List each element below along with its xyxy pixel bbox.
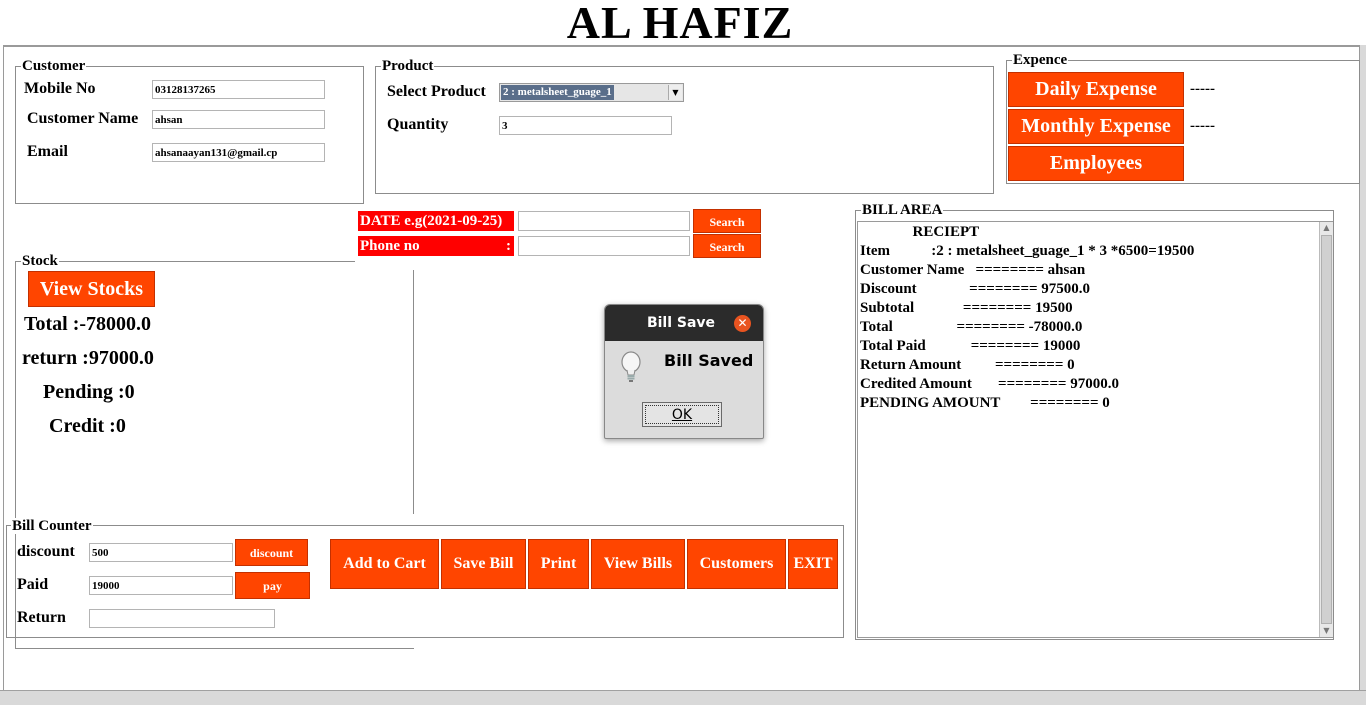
expense-legend: Expence [1012, 52, 1069, 68]
discount-label: discount [17, 543, 75, 560]
dialog-titlebar[interactable]: Bill Save ✕ [605, 305, 763, 341]
stock-credit: Credit :0 [49, 415, 126, 437]
chevron-down-icon[interactable]: ▼ [668, 85, 682, 100]
return-input[interactable] [89, 609, 275, 628]
pay-button[interactable]: pay [235, 572, 310, 599]
date-search-input[interactable] [518, 211, 690, 231]
stock-total: Total :-78000.0 [24, 313, 152, 335]
mobile-input[interactable]: 03128137265 [152, 80, 325, 99]
stock-top-border [15, 261, 355, 262]
stock-return: return :97000.0 [22, 347, 154, 369]
email-label: Email [27, 143, 68, 160]
phone-search-label-text: Phone no [360, 238, 420, 254]
ok-button[interactable]: OK [642, 402, 722, 427]
app-title: AL HAFIZ [566, 0, 794, 48]
scroll-up-icon[interactable]: ▲ [1320, 222, 1333, 234]
phone-search-input[interactable] [518, 236, 690, 256]
phone-search-label-colon: : [506, 238, 511, 254]
email-input[interactable]: ahsanaayan131@gmail.cp [152, 143, 325, 162]
product-select[interactable]: 2 : metalsheet_guage_1 ▼ [499, 83, 684, 102]
daily-expense-value: ----- [1190, 81, 1215, 97]
customer-legend: Customer [21, 58, 87, 74]
view-stocks-button[interactable]: View Stocks [28, 271, 155, 307]
quantity-input[interactable]: 3 [499, 116, 672, 135]
receipt-line: Credited Amount ======== 97000.0 [860, 376, 1119, 392]
window-bottom-edge [0, 690, 1366, 705]
select-product-label: Select Product [387, 83, 486, 100]
stock-bottom-border [15, 648, 414, 649]
stock-right-border [413, 270, 414, 514]
receipt-line: PENDING AMOUNT ======== 0 [860, 395, 1110, 411]
phone-search-button[interactable]: Search [693, 234, 761, 258]
receipt-line: Return Amount ======== 0 [860, 357, 1075, 373]
dialog-message: Bill Saved [664, 351, 754, 370]
receipt-line: Total ======== -78000.0 [860, 319, 1083, 335]
exit-button[interactable]: EXIT [788, 539, 838, 589]
receipt-line: Discount ======== 97500.0 [860, 281, 1091, 297]
add-to-cart-button[interactable]: Add to Cart [330, 539, 439, 589]
scroll-thumb[interactable] [1321, 235, 1332, 624]
stock-legend: Stock [21, 253, 59, 269]
bill-area-legend: BILL AREA [861, 202, 944, 218]
paid-label: Paid [17, 576, 49, 593]
return-label: Return [17, 609, 66, 626]
view-bills-button[interactable]: View Bills [591, 539, 685, 589]
product-select-value: 2 : metalsheet_guage_1 [501, 85, 614, 100]
monthly-expense-value: ----- [1190, 118, 1215, 134]
discount-input[interactable]: 500 [89, 543, 233, 562]
monthly-expense-button[interactable]: Monthly Expense [1008, 109, 1184, 144]
daily-expense-button[interactable]: Daily Expense [1008, 72, 1184, 107]
stock-pending: Pending :0 [43, 381, 135, 403]
bill-save-dialog: Bill Save ✕ Bill Saved OK [604, 304, 764, 439]
quantity-label: Quantity [387, 116, 449, 133]
product-legend: Product [381, 58, 435, 74]
receipt-line: Total Paid ======== 19000 [860, 338, 1081, 354]
bill-counter-legend: Bill Counter [11, 518, 93, 534]
date-search-label: DATE e.g(2021-09-25) [358, 211, 514, 231]
mobile-label: Mobile No [24, 80, 96, 97]
receipt-line: Item :2 : metalsheet_guage_1 * 3 *6500=1… [860, 243, 1195, 259]
receipt-line: Subtotal ======== 19500 [860, 300, 1073, 316]
ok-button-label: OK [645, 405, 719, 424]
discount-button[interactable]: discount [235, 539, 308, 566]
scroll-down-icon[interactable]: ▼ [1320, 625, 1333, 637]
paid-input[interactable]: 19000 [89, 576, 233, 595]
save-bill-button[interactable]: Save Bill [441, 539, 526, 589]
employees-button[interactable]: Employees [1008, 146, 1184, 181]
phone-search-label: Phone no : [358, 236, 514, 256]
receipt-line: Customer Name ======== ahsan [860, 262, 1086, 278]
lightbulb-icon [621, 351, 641, 382]
date-search-button[interactable]: Search [693, 209, 761, 233]
customers-button[interactable]: Customers [687, 539, 786, 589]
close-icon[interactable]: ✕ [734, 315, 751, 332]
window-edge [1360, 45, 1366, 690]
customer-name-input[interactable]: ahsan [152, 110, 325, 129]
print-button[interactable]: Print [528, 539, 589, 589]
customer-name-label: Customer Name [27, 110, 139, 127]
receipt-scrollbar[interactable]: ▲ ▼ [1319, 222, 1333, 637]
receipt-line: RECIEPT [860, 224, 980, 240]
